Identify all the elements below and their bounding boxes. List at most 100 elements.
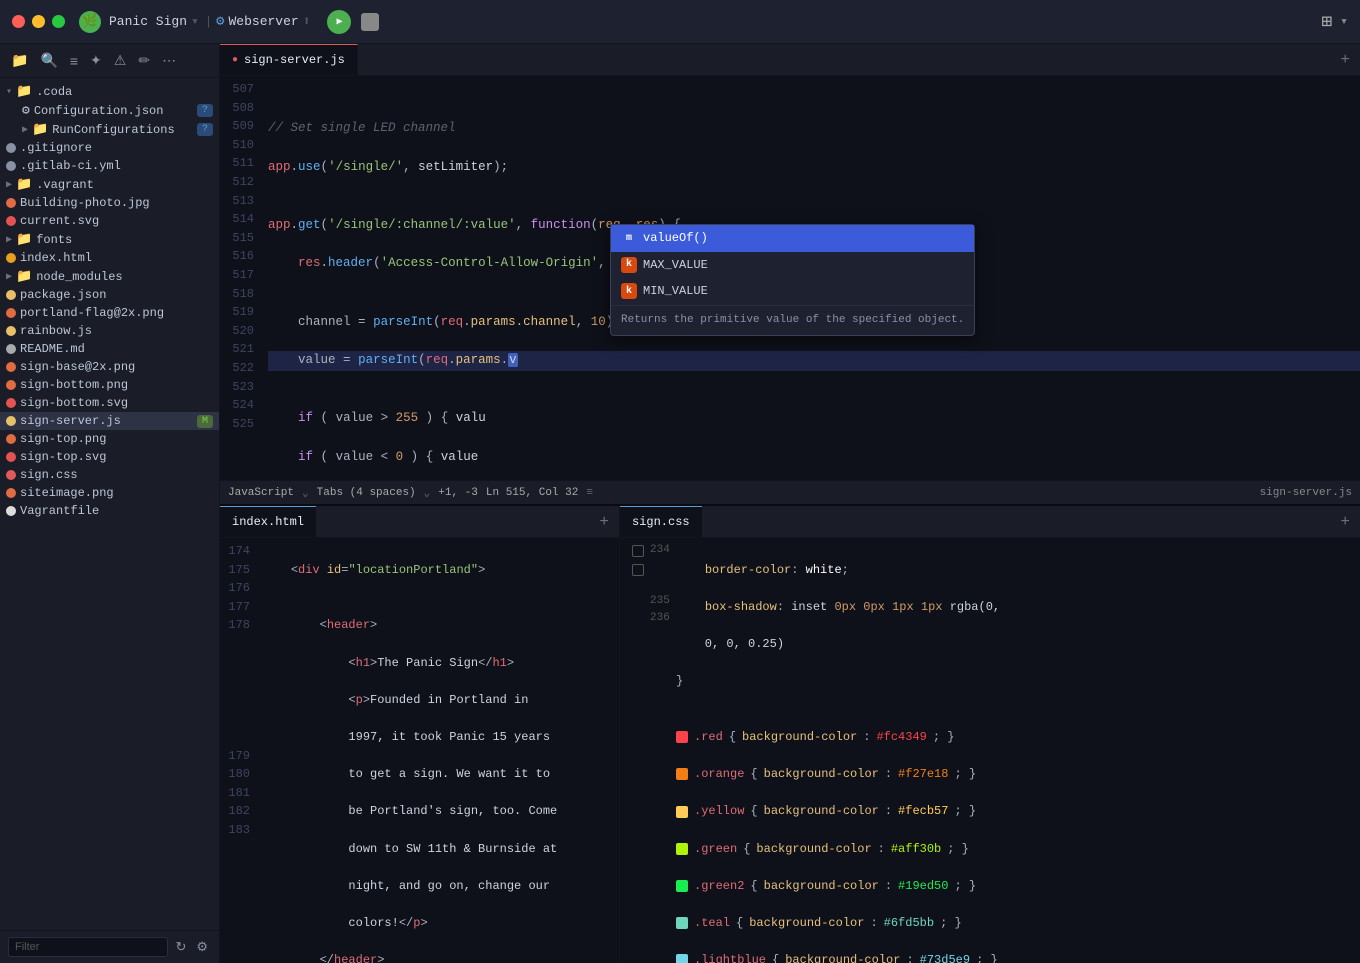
file-dot-icon xyxy=(6,308,16,318)
tab-sign-css[interactable]: sign.css xyxy=(620,506,702,537)
tree-item-node-modules[interactable]: ▶ 📁 node_modules xyxy=(0,267,219,286)
tree-item-label: .coda xyxy=(36,85,72,99)
stop-button[interactable] xyxy=(361,13,379,31)
titlebar-actions: ▶ xyxy=(327,10,379,34)
file-dot-icon xyxy=(6,290,16,300)
code-line: 0, 0, 0.25) xyxy=(676,635,1360,654)
tree-item-label: Building-photo.jpg xyxy=(20,196,150,210)
sidebar-folder-icon[interactable]: 📁 xyxy=(8,50,31,71)
tree-item-label: README.md xyxy=(20,342,85,356)
tree-item-fonts[interactable]: ▶ 📁 fonts xyxy=(0,230,219,249)
sidebar-sync-icon[interactable]: ↻ xyxy=(172,937,189,957)
autocomplete-tooltip: Returns the primitive value of the speci… xyxy=(611,305,974,335)
tree-item-readme[interactable]: README.md xyxy=(0,340,219,358)
app-name-label: Panic Sign xyxy=(109,14,187,29)
tree-item-current-svg[interactable]: current.svg xyxy=(0,212,219,230)
bottom-left-editor: index.html + 174175176177178179180181182… xyxy=(220,506,620,963)
swatch-lightblue[interactable] xyxy=(676,954,688,963)
code-editor-main[interactable]: 5075085095105115125135145155165175185195… xyxy=(220,76,1360,480)
css-check-1[interactable] xyxy=(632,545,644,557)
autocomplete-item-minvalue[interactable]: k MIN_VALUE xyxy=(611,278,974,305)
css-check-2[interactable] xyxy=(632,564,644,576)
bottom-right-editor: sign.css + xyxy=(620,506,1360,963)
bottom-right-tab-label: sign.css xyxy=(632,515,690,529)
code-line: .red { background-color: #fc4349; } xyxy=(676,728,1360,747)
minimize-button[interactable] xyxy=(32,15,45,28)
tree-item-configuration[interactable]: ⚙ Configuration.json ? xyxy=(0,101,219,120)
code-line: // Set single LED channel xyxy=(268,119,1360,138)
tree-item-coda[interactable]: ▾ 📁 .coda xyxy=(0,82,219,101)
sidebar-search-icon[interactable]: 🔍 xyxy=(37,50,60,71)
titlebar-chevron-icon[interactable]: ▾ xyxy=(1340,14,1348,29)
tree-item-label: siteimage.png xyxy=(20,486,114,500)
tree-item-runconfig[interactable]: ▶ 📁 RunConfigurations ? xyxy=(0,120,219,139)
tree-item-gitignore[interactable]: .gitignore xyxy=(0,139,219,157)
code-line: .green { background-color: #aff30b; } xyxy=(676,840,1360,859)
tree-item-label: current.svg xyxy=(20,214,99,228)
chevron-right-icon: ▶ xyxy=(6,179,12,191)
swatch-green[interactable] xyxy=(676,843,688,855)
app-dropdown-icon[interactable]: ▾ xyxy=(191,14,199,29)
bottom-right-tab-add[interactable]: + xyxy=(1330,506,1360,537)
filter-input[interactable] xyxy=(8,937,168,957)
main-layout: 📁 🔍 ≡ ✦ ⚠ ✏ ⋯ ▾ 📁 .coda ⚙ Configuration.… xyxy=(0,44,1360,963)
bottom-left-code[interactable]: 174175176177178179180181182183 <div id="… xyxy=(220,538,619,963)
bottom-right-code-content[interactable]: border-color: white; box-shadow: inset 0… xyxy=(670,538,1360,963)
swatch-red[interactable] xyxy=(676,731,688,743)
tree-item-siteimage[interactable]: siteimage.png xyxy=(0,484,219,502)
tree-item-package-json[interactable]: package.json xyxy=(0,286,219,304)
top-editor: ● sign-server.js + 507508509510511512513… xyxy=(220,44,1360,504)
swatch-orange[interactable] xyxy=(676,768,688,780)
tree-item-vagrant-folder[interactable]: ▶ 📁 .vagrant xyxy=(0,175,219,194)
sidebar: 📁 🔍 ≡ ✦ ⚠ ✏ ⋯ ▾ 📁 .coda ⚙ Configuration.… xyxy=(0,44,220,963)
swatch-green2[interactable] xyxy=(676,880,688,892)
tree-item-sign-top-png[interactable]: sign-top.png xyxy=(0,430,219,448)
autocomplete-popup[interactable]: m valueOf() k MAX_VALUE k MIN_VALUE Retu… xyxy=(610,224,975,336)
swatch-yellow[interactable] xyxy=(676,806,688,818)
autocomplete-item-maxvalue[interactable]: k MAX_VALUE xyxy=(611,252,974,279)
layout-grid-icon[interactable]: ⊞ xyxy=(1321,11,1332,33)
tree-item-sign-top-svg[interactable]: sign-top.svg xyxy=(0,448,219,466)
tree-item-gitlabci[interactable]: .gitlab-ci.yml xyxy=(0,157,219,175)
tree-item-portland-flag[interactable]: portland-flag@2x.png xyxy=(0,304,219,322)
tree-item-index-html[interactable]: index.html xyxy=(0,249,219,267)
tree-item-sign-server-js[interactable]: sign-server.js M xyxy=(0,412,219,430)
tree-item-sign-css[interactable]: sign.css xyxy=(0,466,219,484)
sidebar-settings-icon[interactable]: ⚙ xyxy=(193,937,211,957)
tree-item-sign-bottom-png[interactable]: sign-bottom.png xyxy=(0,376,219,394)
sidebar-pencil-icon[interactable]: ✏ xyxy=(135,50,153,71)
code-line: .yellow { background-color: #fecb57; } xyxy=(676,802,1360,821)
sidebar-star-icon[interactable]: ✦ xyxy=(87,50,105,71)
sidebar-toolbar: 📁 🔍 ≡ ✦ ⚠ ✏ ⋯ xyxy=(0,44,219,78)
folder-icon: 📁 xyxy=(16,269,32,284)
file-dot-icon xyxy=(6,326,16,336)
code-line: .teal { background-color: #6fd5bb; } xyxy=(676,914,1360,933)
tab-index-html[interactable]: index.html xyxy=(220,506,316,537)
swatch-teal[interactable] xyxy=(676,917,688,929)
sidebar-list-icon[interactable]: ≡ xyxy=(67,51,81,71)
tree-item-label: node_modules xyxy=(36,270,122,284)
tab-add-button[interactable]: + xyxy=(1330,44,1360,75)
bottom-left-code-content[interactable]: <div id="locationPortland"> <header> <h1… xyxy=(256,538,619,963)
sidebar-more-icon[interactable]: ⋯ xyxy=(159,50,179,71)
tree-item-vagrantfile[interactable]: Vagrantfile xyxy=(0,502,219,520)
tree-item-sign-base[interactable]: sign-base@2x.png xyxy=(0,358,219,376)
code-line: </header> xyxy=(262,951,619,963)
close-button[interactable] xyxy=(12,15,25,28)
top-editor-tab-bar: ● sign-server.js + xyxy=(220,44,1360,76)
maximize-button[interactable] xyxy=(52,15,65,28)
tree-item-rainbow-js[interactable]: rainbow.js xyxy=(0,322,219,340)
ac-badge-k: k xyxy=(621,257,637,273)
bottom-right-code[interactable]: 234235236 border-color: white; box-shado… xyxy=(620,538,1360,963)
tab-sign-server-js[interactable]: ● sign-server.js xyxy=(220,44,358,75)
tab-modified-dot: ● xyxy=(232,55,238,66)
tree-item-label: RunConfigurations xyxy=(52,123,174,137)
tree-item-sign-bottom-svg[interactable]: sign-bottom.svg xyxy=(0,394,219,412)
sidebar-warning-icon[interactable]: ⚠ xyxy=(111,50,130,71)
tree-item-building-photo[interactable]: Building-photo.jpg xyxy=(0,194,219,212)
autocomplete-item-valueof[interactable]: m valueOf() xyxy=(611,225,974,252)
chevron-down-icon: ▾ xyxy=(6,86,12,98)
run-button[interactable]: ▶ xyxy=(327,10,351,34)
project-dropdown-icon[interactable]: ⬆ xyxy=(303,14,311,29)
bottom-left-tab-add[interactable]: + xyxy=(589,506,619,537)
